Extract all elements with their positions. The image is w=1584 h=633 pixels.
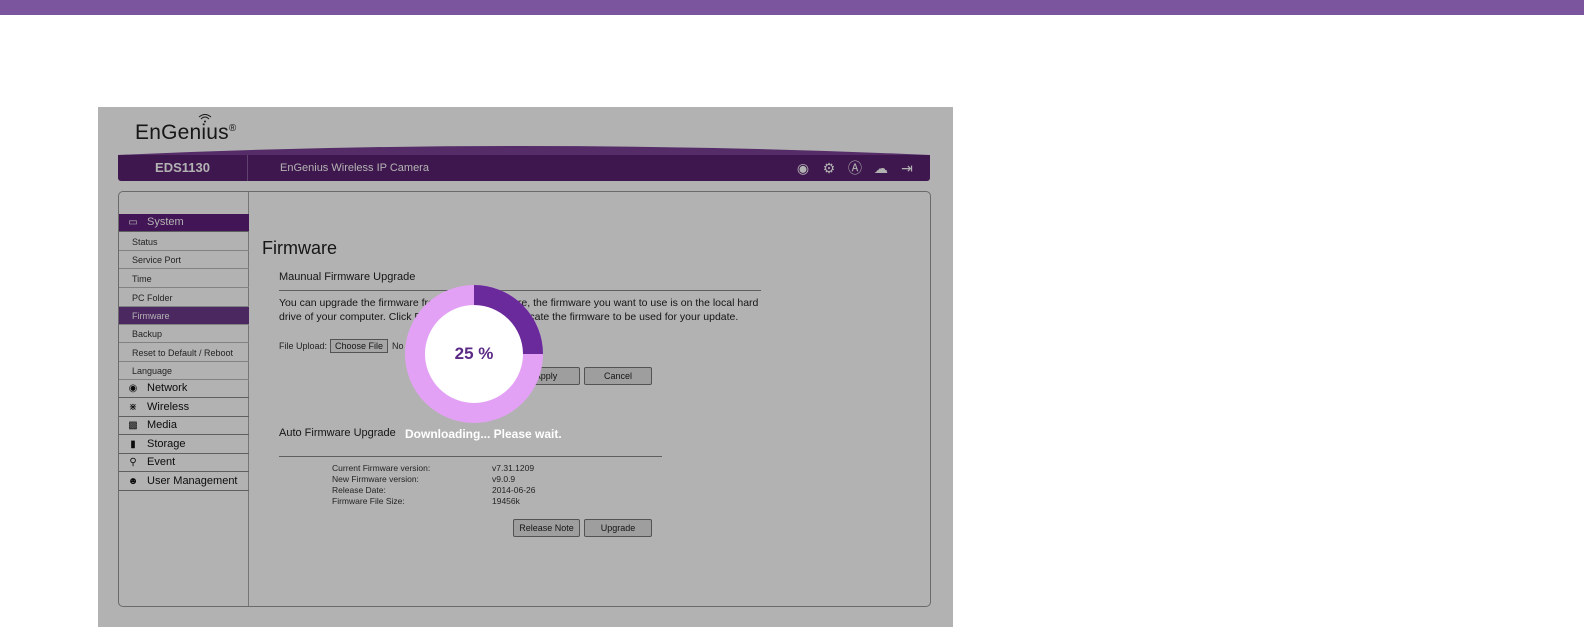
progress-percent: 25 %	[454, 344, 494, 363]
progress-message: Downloading... Please wait.	[405, 427, 562, 441]
top-accent-band	[0, 0, 1584, 15]
